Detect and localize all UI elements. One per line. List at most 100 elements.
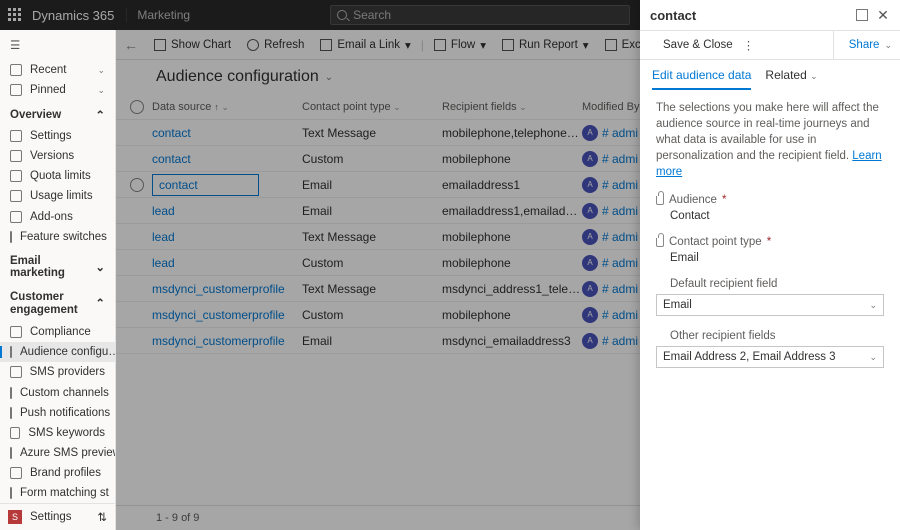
- data-source-link[interactable]: lead: [152, 204, 175, 218]
- avatar-icon: A: [582, 125, 598, 141]
- avatar-icon: A: [582, 307, 598, 323]
- area-switch-icon: S: [8, 510, 22, 524]
- nav-footer[interactable]: S Settings ⇅: [0, 503, 115, 530]
- close-icon[interactable]: ✕: [876, 7, 890, 24]
- col-cpt[interactable]: Contact point type ⌄: [302, 101, 442, 113]
- default-rf-select[interactable]: Email⌄: [656, 294, 884, 316]
- tab-related[interactable]: Related ⌄: [765, 68, 817, 90]
- nav-settings[interactable]: Settings: [0, 126, 115, 146]
- data-source-link[interactable]: contact: [152, 174, 259, 196]
- cmd-refresh[interactable]: Refresh: [241, 36, 310, 54]
- chevron-down-icon: ⌄: [325, 72, 333, 83]
- chevron-down-icon: ⌄: [97, 65, 105, 76]
- cpt-cell: Custom: [302, 308, 442, 322]
- more-menu[interactable]: ⋮: [743, 38, 755, 52]
- panel-info-text: The selections you make here will affect…: [656, 100, 884, 180]
- brand-label: Dynamics 365: [32, 8, 114, 23]
- app-launcher-icon[interactable]: [8, 8, 22, 22]
- nav-brand[interactable]: Brand profiles: [0, 463, 115, 483]
- rf-cell: emailaddress1: [442, 178, 582, 192]
- cpt-value: Email: [656, 248, 884, 264]
- radio-icon: [130, 100, 144, 114]
- nav-pinned[interactable]: Pinned⌄: [0, 80, 115, 100]
- chevron-down-icon: ▾: [480, 38, 486, 52]
- shield-icon: [10, 326, 22, 338]
- channel-icon: [10, 387, 12, 399]
- nav-section-email[interactable]: Email marketing⌄: [0, 247, 115, 283]
- back-button[interactable]: ←: [122, 37, 140, 53]
- nav-sms-keywords[interactable]: SMS keywords: [0, 423, 115, 443]
- rf-cell: msdynci_emailaddress3: [442, 334, 582, 348]
- hamburger-icon[interactable]: ☰: [0, 30, 115, 60]
- chevron-up-icon: ⌃: [95, 298, 105, 312]
- tag-icon: [10, 467, 22, 479]
- gear-icon: [10, 130, 22, 142]
- tab-edit-audience[interactable]: Edit audience data: [652, 68, 751, 90]
- rf-cell: mobilephone: [442, 256, 582, 270]
- clock-icon: [10, 64, 22, 76]
- cpt-cell: Text Message: [302, 282, 442, 296]
- data-source-link[interactable]: lead: [152, 256, 175, 270]
- nav-push[interactable]: Push notifications: [0, 403, 115, 423]
- panel-header: contact ✕: [640, 0, 900, 30]
- pin-icon: [10, 84, 22, 96]
- nav-audience-config[interactable]: Audience configu…: [0, 342, 115, 362]
- gauge-icon: [10, 190, 22, 202]
- select-all[interactable]: [122, 100, 152, 114]
- nav-section-ce[interactable]: Customer engagement⌃: [0, 283, 115, 323]
- nav-quota[interactable]: Quota limits: [0, 166, 115, 186]
- global-search[interactable]: Search: [330, 5, 630, 25]
- cpt-cell: Text Message: [302, 126, 442, 140]
- nav-form-matching[interactable]: Form matching st: [0, 483, 115, 503]
- nav-azure-sms[interactable]: Azure SMS preview: [0, 443, 115, 463]
- chevron-down-icon: ▾: [405, 38, 411, 52]
- nav-usage[interactable]: Usage limits: [0, 186, 115, 206]
- nav-custom-channels[interactable]: Custom channels: [0, 382, 115, 402]
- nav-features[interactable]: Feature switches: [0, 227, 115, 247]
- rf-cell: mobilephone: [442, 308, 582, 322]
- nav-compliance[interactable]: Compliance: [0, 322, 115, 342]
- search-icon: [337, 10, 347, 20]
- cmd-email-link[interactable]: Email a Link▾: [314, 35, 416, 55]
- data-source-link[interactable]: msdynci_customerprofile: [152, 334, 285, 348]
- popout-icon[interactable]: [856, 9, 868, 21]
- rf-cell: mobilephone: [442, 152, 582, 166]
- data-source-link[interactable]: lead: [152, 230, 175, 244]
- plus-icon: [10, 211, 22, 223]
- data-source-link[interactable]: contact: [152, 152, 191, 166]
- data-source-link[interactable]: msdynci_customerprofile: [152, 308, 285, 322]
- field-cpt: Contact point type* Email: [656, 236, 884, 264]
- radio-icon[interactable]: [130, 178, 144, 192]
- data-source-link[interactable]: contact: [152, 126, 191, 140]
- col-data-source[interactable]: Data source ↑ ⌄: [152, 101, 302, 113]
- chart-icon: [10, 170, 22, 182]
- share-button[interactable]: Share⌄: [833, 31, 892, 59]
- nav-sms-providers[interactable]: SMS providers: [0, 362, 115, 382]
- data-source-link[interactable]: msdynci_customerprofile: [152, 282, 285, 296]
- side-panel: contact ✕ Save & Close ⋮ Share⌄ Edit aud…: [640, 0, 900, 530]
- rf-cell: msdynci_address1_telephone1: [442, 282, 582, 296]
- panel-commands: Save & Close ⋮ Share⌄: [640, 30, 900, 60]
- rf-cell: mobilephone: [442, 230, 582, 244]
- avatar-icon: A: [582, 333, 598, 349]
- chevron-down-icon: ⌄: [869, 352, 877, 363]
- chevron-down-icon: ▾: [583, 38, 589, 52]
- save-close-button[interactable]: Save & Close: [658, 39, 733, 51]
- avatar-icon: A: [582, 281, 598, 297]
- nav-versions[interactable]: Versions: [0, 146, 115, 166]
- other-rf-select[interactable]: Email Address 2, Email Address 3⌄: [656, 346, 884, 368]
- refresh-icon: [247, 39, 259, 51]
- avatar-icon: A: [582, 151, 598, 167]
- nav-recent[interactable]: Recent⌄: [0, 60, 115, 80]
- cpt-cell: Custom: [302, 152, 442, 166]
- cpt-cell: Text Message: [302, 230, 442, 244]
- mail-icon: [320, 39, 332, 51]
- cmd-run-report[interactable]: Run Report▾: [496, 35, 595, 55]
- field-default-rf: Default recipient field Email⌄: [656, 278, 884, 316]
- col-rf[interactable]: Recipient fields ⌄: [442, 101, 582, 113]
- nav-section-overview[interactable]: Overview⌃: [0, 100, 115, 126]
- panel-tabs: Edit audience data Related ⌄: [640, 60, 900, 90]
- cmd-flow[interactable]: Flow▾: [428, 35, 492, 55]
- nav-addons[interactable]: Add-ons: [0, 206, 115, 226]
- cmd-show-chart[interactable]: Show Chart: [148, 36, 237, 54]
